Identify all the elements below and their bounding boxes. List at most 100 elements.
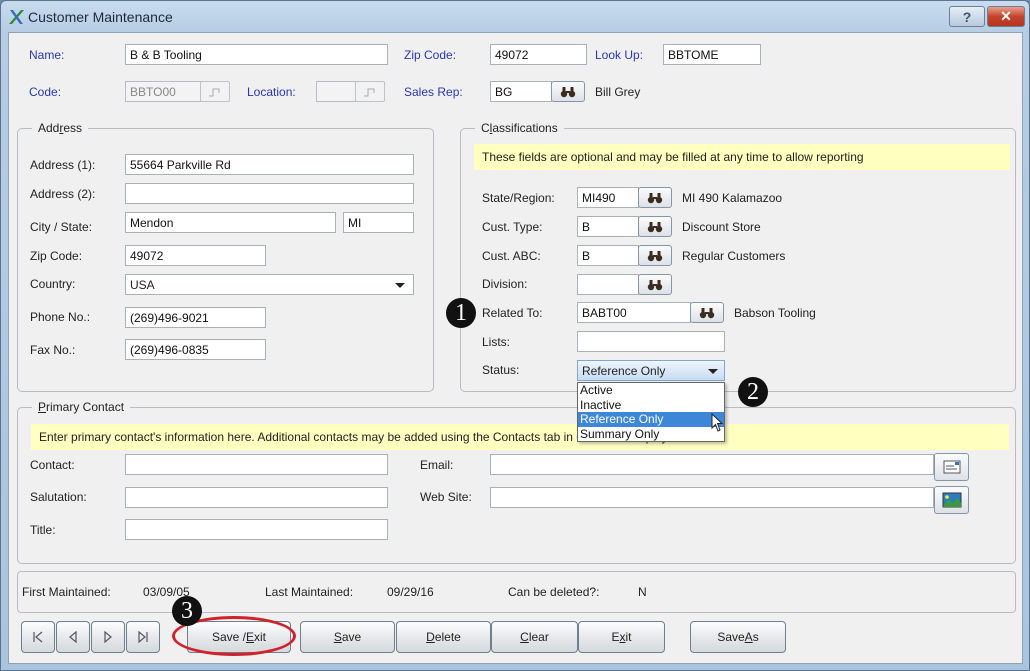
last-maintained-value: 09/29/16 xyxy=(387,585,434,599)
look-up-label: Look Up: xyxy=(595,48,644,62)
status-select[interactable]: Reference Only xyxy=(577,360,725,381)
address1-input[interactable]: 55664 Parkville Rd xyxy=(125,154,414,175)
primary-contact-group-title: Primary Contact xyxy=(32,400,131,414)
location-generate-button xyxy=(355,81,385,102)
lists-input[interactable] xyxy=(577,331,725,352)
division-input[interactable] xyxy=(577,274,639,295)
exit-button[interactable]: Ex it xyxy=(578,621,665,653)
window-title: Customer Maintenance xyxy=(28,9,173,25)
clear-button[interactable]: Clear xyxy=(491,621,578,653)
location-input xyxy=(316,81,356,102)
email-icon xyxy=(943,460,960,474)
address2-input[interactable] xyxy=(125,183,414,204)
sales-rep-input[interactable]: BG xyxy=(490,81,552,102)
next-record-button[interactable] xyxy=(91,621,125,653)
state-region-lookup-button[interactable] xyxy=(638,187,672,208)
email-input[interactable] xyxy=(490,454,934,475)
related-to-description: Babson Tooling xyxy=(734,306,816,320)
save-label-rest: ave xyxy=(341,630,362,644)
code-input: BBTO00 xyxy=(125,81,201,102)
title-input[interactable] xyxy=(125,519,388,540)
address-zip-input[interactable]: 49072 xyxy=(125,245,266,266)
binoculars-icon xyxy=(699,307,715,318)
state-region-input[interactable]: MI490 xyxy=(577,187,639,208)
classifications-group-title: Classifications xyxy=(475,121,564,135)
zip-code-label: Zip Code: xyxy=(404,48,457,62)
save-as-label: Save xyxy=(717,630,745,644)
next-record-icon xyxy=(104,630,112,644)
country-select[interactable]: USA xyxy=(125,274,414,295)
zip-code-input[interactable]: 49072 xyxy=(490,44,587,65)
state-input[interactable]: MI xyxy=(343,212,414,233)
delete-button[interactable]: Delete xyxy=(396,621,491,653)
title-label: Title: xyxy=(30,523,56,537)
delete-label-rest: elete xyxy=(434,630,461,644)
division-label: Division: xyxy=(482,277,528,291)
binoculars-icon xyxy=(647,250,663,261)
status-option-reference-only[interactable]: Reference Only xyxy=(578,412,724,427)
annotation-badge-3: 3 xyxy=(172,596,202,626)
related-to-lookup-button[interactable] xyxy=(690,302,724,323)
delete-accel: D xyxy=(426,630,435,644)
save-as-accel: A xyxy=(744,630,753,644)
division-lookup-button[interactable] xyxy=(638,274,672,295)
save-exit-label-rest: xit xyxy=(254,630,267,644)
cust-abc-input[interactable]: B xyxy=(577,245,639,266)
exit-label-rest: it xyxy=(625,630,632,644)
name-input[interactable]: B & B Tooling xyxy=(125,44,388,65)
country-label: Country: xyxy=(30,277,76,291)
salutation-input[interactable] xyxy=(125,487,388,508)
lists-label: Lists: xyxy=(482,335,511,349)
phone-label: Phone No.: xyxy=(30,310,91,324)
status-value: Reference Only xyxy=(582,364,666,378)
status-option-active[interactable]: Active xyxy=(578,383,724,398)
contact-label: Contact: xyxy=(30,458,75,472)
annotation-badge-2: 2 xyxy=(738,377,768,407)
cust-type-description: Discount Store xyxy=(682,220,761,234)
clear-accel: C xyxy=(520,630,529,644)
first-record-icon xyxy=(33,631,43,643)
save-exit-accel: E xyxy=(246,630,255,644)
first-record-button[interactable] xyxy=(21,621,55,653)
fax-input[interactable]: (269)496-0835 xyxy=(125,339,266,360)
send-email-button[interactable] xyxy=(934,453,969,481)
last-maintained-label: Last Maintained: xyxy=(265,585,354,599)
annotation-badge-1: 1 xyxy=(446,298,476,328)
cust-type-lookup-button[interactable] xyxy=(638,216,672,237)
code-generate-button xyxy=(200,81,230,102)
look-up-input[interactable]: BBTOME xyxy=(663,44,761,65)
status-dropdown-list: Active Inactive Reference Only Summary O… xyxy=(577,382,725,442)
save-exit-button[interactable]: Save / Exit xyxy=(187,621,291,653)
status-option-inactive[interactable]: Inactive xyxy=(578,398,724,413)
phone-input[interactable]: (269)496-9021 xyxy=(125,307,266,328)
state-region-label: State/Region: xyxy=(482,191,555,205)
cust-abc-label: Cust. ABC: xyxy=(482,249,541,263)
related-to-input[interactable]: BABT00 xyxy=(577,302,691,323)
web-site-input[interactable] xyxy=(490,487,934,508)
sales-rep-label: Sales Rep: xyxy=(404,85,463,99)
save-button[interactable]: Save xyxy=(300,621,395,653)
city-input[interactable]: Mendon xyxy=(125,212,336,233)
save-exit-label: Save / xyxy=(211,630,246,644)
save-as-button[interactable]: Save As xyxy=(690,621,786,653)
last-record-icon xyxy=(138,630,148,644)
cust-abc-lookup-button[interactable] xyxy=(638,245,672,266)
form-area: Name: B & B Tooling Zip Code: 49072 Look… xyxy=(8,32,1023,664)
zip-code-label: Zip Code: xyxy=(30,249,83,263)
binoculars-icon xyxy=(647,192,663,203)
contact-input[interactable] xyxy=(125,454,388,475)
status-option-summary-only[interactable]: Summary Only xyxy=(578,427,724,442)
binoculars-icon xyxy=(647,221,663,232)
previous-record-button[interactable] xyxy=(56,621,90,653)
close-button[interactable]: ✕ xyxy=(987,6,1025,27)
save-accel: S xyxy=(333,630,342,644)
help-button[interactable]: ? xyxy=(949,6,985,27)
salutation-label: Salutation: xyxy=(30,490,87,504)
last-record-button[interactable] xyxy=(126,621,160,653)
first-maintained-label: First Maintained: xyxy=(22,585,111,599)
cust-type-input[interactable]: B xyxy=(577,216,639,237)
sales-rep-lookup-button[interactable] xyxy=(551,81,585,102)
cust-type-label: Cust. Type: xyxy=(482,220,543,234)
open-website-button[interactable] xyxy=(934,486,969,514)
location-label: Location: xyxy=(247,85,296,99)
